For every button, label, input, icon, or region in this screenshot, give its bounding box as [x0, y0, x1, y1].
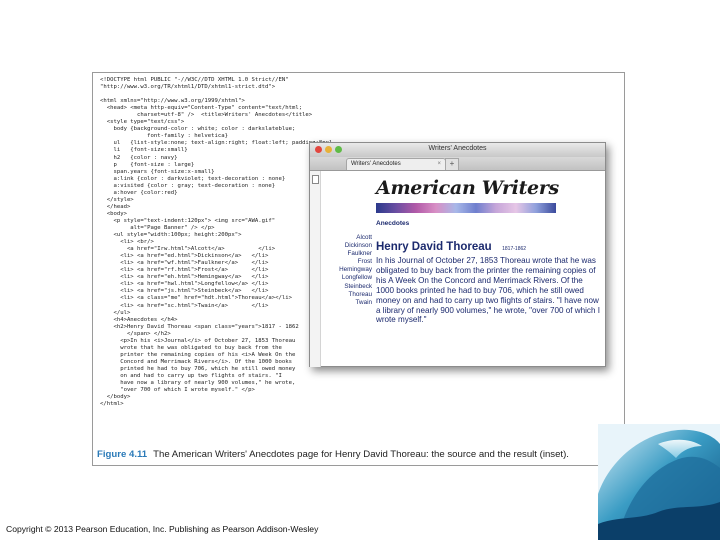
- new-tab-button[interactable]: +: [445, 158, 459, 170]
- author-nav-list: Alcott Dickinson Faulkner Frost Hemingway Lon…: [320, 234, 372, 307]
- nav-item-thoreau[interactable]: Thoreau: [320, 291, 372, 299]
- browser-titlebar: Writers' Anecdotes: [310, 143, 605, 158]
- anecdotes-heading: Anecdotes: [376, 220, 410, 227]
- slide: <!DOCTYPE html PUBLIC "-//W3C//DTD XHTML…: [0, 0, 720, 540]
- nav-item-longfellow[interactable]: Longfellow: [320, 274, 372, 282]
- figure-frame: <!DOCTYPE html PUBLIC "-//W3C//DTD XHTML…: [92, 72, 625, 466]
- caption-text: The American Writers' Anecdotes page for…: [153, 449, 569, 460]
- tab-close-icon[interactable]: ×: [437, 159, 441, 170]
- nav-item-alcott[interactable]: Alcott: [320, 234, 372, 242]
- page-content: American Writers Anecdotes Alcott Dickins…: [320, 171, 606, 367]
- author-years: 1817-1862: [502, 246, 527, 252]
- author-heading: Henry David Thoreau 1817-1862: [376, 237, 526, 255]
- nav-item-dickinson[interactable]: Dickinson: [320, 242, 372, 250]
- nav-item-hemingway[interactable]: Hemingway: [320, 266, 372, 274]
- tab-bar: Writers' Anecdotes × +: [310, 157, 605, 171]
- ocean-wave-icon: [598, 424, 720, 540]
- tab-writers-anecdotes[interactable]: Writers' Anecdotes ×: [346, 158, 446, 170]
- tab-label: Writers' Anecdotes: [351, 161, 401, 167]
- browser-window: Writers' Anecdotes Writers' Anecdotes × …: [309, 142, 606, 367]
- nav-item-steinbeck[interactable]: Steinbeck: [320, 283, 372, 291]
- banner-color-bar: [376, 203, 556, 213]
- author-name: Henry David Thoreau: [376, 241, 492, 253]
- nav-item-faulkner[interactable]: Faulkner: [320, 250, 373, 258]
- figure-caption: Figure 4.11 The American Writers' Anecdot…: [97, 449, 622, 460]
- window-title: Writers' Anecdotes: [428, 145, 487, 152]
- caption-number: Figure 4.11: [97, 449, 148, 460]
- copyright-footer: Copyright © 2013 Pearson Education, Inc.…: [6, 524, 319, 534]
- anecdote-paragraph: In his Journal of October 27, 1853 Thore…: [376, 256, 600, 325]
- page-icon: [312, 175, 319, 184]
- nav-item-frost[interactable]: Frost: [320, 258, 372, 266]
- page-banner: American Writers: [376, 177, 559, 199]
- nav-item-twain[interactable]: Twain: [320, 299, 372, 307]
